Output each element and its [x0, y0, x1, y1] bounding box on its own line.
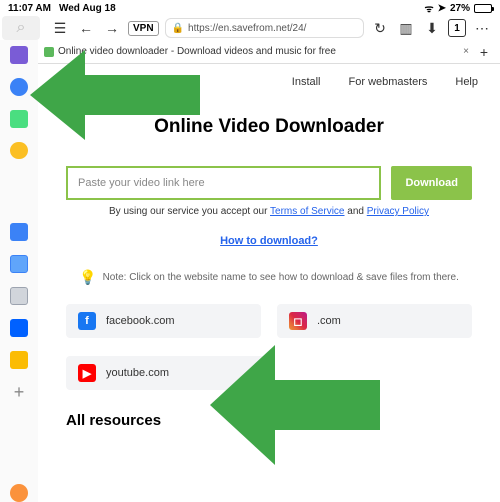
terms-link[interactable]: Terms of Service: [270, 206, 344, 217]
terms-text: By using our service you accept our Term…: [66, 206, 472, 217]
sidebar-folder-icon[interactable]: [10, 46, 28, 64]
note-text: 💡 Note: Click on the website name to see…: [66, 269, 472, 286]
global-search-button[interactable]: ⌕: [2, 16, 40, 40]
search-icon: ⌕: [17, 19, 26, 37]
sidebar-gdrive-icon[interactable]: [10, 351, 28, 369]
menu-button[interactable]: ☰: [50, 18, 70, 38]
bulb-icon: 💡: [79, 269, 96, 286]
back-button[interactable]: ←: [76, 18, 96, 38]
sidebar-history-icon[interactable]: [10, 142, 28, 160]
url-bar[interactable]: 🔒 https://en.savefrom.net/24/: [165, 18, 364, 38]
howto-link[interactable]: How to download?: [220, 235, 318, 247]
content-area: Online video downloader - Download video…: [38, 40, 500, 502]
battery-icon: [474, 4, 492, 13]
new-tab-button[interactable]: +: [474, 44, 494, 60]
tab[interactable]: Online video downloader - Download video…: [44, 46, 458, 57]
all-resources-heading: All resources: [66, 412, 472, 429]
status-bar: 11:07 AM Wed Aug 18 ᯤ ➤ 27%: [0, 0, 500, 16]
location-icon: ➤: [438, 3, 446, 14]
site-youtube[interactable]: ▶ youtube.com: [66, 356, 273, 390]
site-nav: Install For webmasters Help: [38, 64, 500, 88]
reload-button[interactable]: ↻: [370, 18, 390, 38]
wifi-icon: ᯤ: [424, 1, 433, 15]
nav-help[interactable]: Help: [455, 76, 478, 88]
more-button[interactable]: ⋯: [472, 18, 492, 38]
browser-toolbar: ☰ ← → VPN 🔒 https://en.savefrom.net/24/ …: [42, 16, 500, 40]
page-title: Online Video Downloader: [66, 116, 472, 138]
tab-favicon: [44, 47, 54, 57]
sidebar: +: [0, 40, 38, 502]
youtube-icon: ▶: [78, 364, 96, 382]
nav-webmasters[interactable]: For webmasters: [349, 76, 428, 88]
battery-percent: 27%: [450, 3, 470, 14]
sidebar-favorites-icon[interactable]: [10, 484, 28, 502]
lock-icon: 🔒: [172, 23, 184, 34]
sidebar-files-icon[interactable]: [10, 223, 28, 241]
tabs-button[interactable]: 1: [448, 19, 466, 37]
sidebar-gallery-icon[interactable]: [10, 287, 28, 305]
sidebar-shield-icon[interactable]: [10, 110, 28, 128]
site-facebook[interactable]: f facebook.com: [66, 304, 261, 338]
sidebar-dropbox-icon[interactable]: [10, 319, 28, 337]
status-time: 11:07 AM: [8, 3, 51, 14]
forward-button[interactable]: →: [102, 18, 122, 38]
sidebar-browser-icon[interactable]: [10, 78, 28, 96]
vpn-badge[interactable]: VPN: [128, 21, 159, 36]
input-placeholder: Paste your video link here: [78, 177, 205, 189]
instagram-icon: ◻: [289, 312, 307, 330]
site-instagram[interactable]: ◻ .com: [277, 304, 472, 338]
reader-button[interactable]: ▥: [396, 18, 416, 38]
tab-title: Online video downloader - Download video…: [58, 46, 336, 57]
download-button-main[interactable]: Download: [391, 166, 472, 200]
sidebar-docs-icon[interactable]: [10, 255, 28, 273]
status-date: Wed Aug 18: [59, 3, 116, 14]
url-text: https://en.savefrom.net/24/: [188, 23, 306, 34]
tab-close-button[interactable]: ×: [458, 46, 474, 57]
facebook-icon: f: [78, 312, 96, 330]
video-link-input[interactable]: Paste your video link here: [66, 166, 381, 200]
sidebar-add-button[interactable]: +: [14, 383, 25, 401]
privacy-link[interactable]: Privacy Policy: [367, 206, 429, 217]
nav-install[interactable]: Install: [292, 76, 321, 88]
tab-strip: Online video downloader - Download video…: [38, 40, 500, 64]
download-button[interactable]: ⬇: [422, 18, 442, 38]
